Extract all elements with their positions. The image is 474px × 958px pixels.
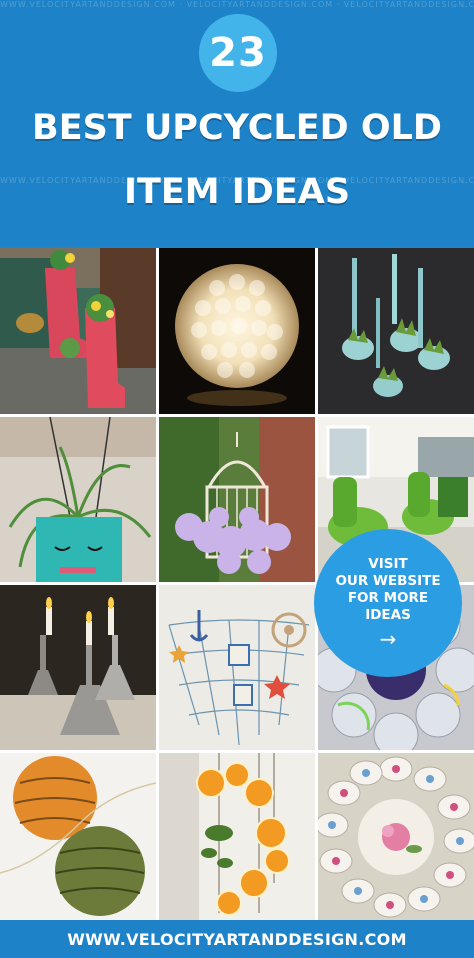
count-badge: 23	[199, 14, 277, 92]
photo-hanging-face-planter	[0, 417, 156, 582]
photo-teacup-wreath	[318, 753, 474, 920]
visit-website-button[interactable]: VISIT OUR WEBSITE FOR MORE IDEAS →	[314, 529, 462, 677]
photo-ladle-planters	[318, 248, 474, 414]
arrow-right-icon: →	[379, 627, 397, 651]
photo-birdcage-flower-planter	[159, 417, 315, 582]
title-line-1: BEST UPCYCLED OLD	[32, 108, 442, 148]
header-banner: WWW.VELOCITYARTANDDESIGN.COM · VELOCITYA…	[0, 0, 474, 246]
visit-label-line1: VISIT	[368, 556, 408, 572]
visit-label-line2: OUR WEBSITE	[335, 573, 441, 589]
photo-dried-orange-balls	[0, 753, 156, 920]
website-link[interactable]: WWW.VELOCITYARTANDDESIGN.COM	[67, 930, 407, 949]
photo-grid: VISIT OUR WEBSITE FOR MORE IDEAS →	[0, 248, 474, 920]
visit-label-line4: IDEAS	[365, 607, 411, 623]
watermark-top: WWW.VELOCITYARTANDDESIGN.COM · VELOCITYA…	[0, 0, 474, 9]
photo-funnel-candle-holders	[0, 585, 156, 750]
photo-orange-slice-mobile	[159, 753, 315, 920]
photo-rain-boot-planters	[0, 248, 156, 414]
photo-fishing-net-wall-decor	[159, 585, 315, 750]
pin-graphic: WWW.VELOCITYARTANDDESIGN.COM · VELOCITYA…	[0, 0, 474, 958]
photo-ping-pong-ball-lamp	[159, 248, 315, 414]
visit-label-line3: FOR MORE	[347, 590, 429, 606]
title-line-2: ITEM IDEAS	[123, 172, 351, 212]
count-number: 23	[209, 30, 267, 76]
footer-bar: WWW.VELOCITYARTANDDESIGN.COM	[0, 920, 474, 958]
